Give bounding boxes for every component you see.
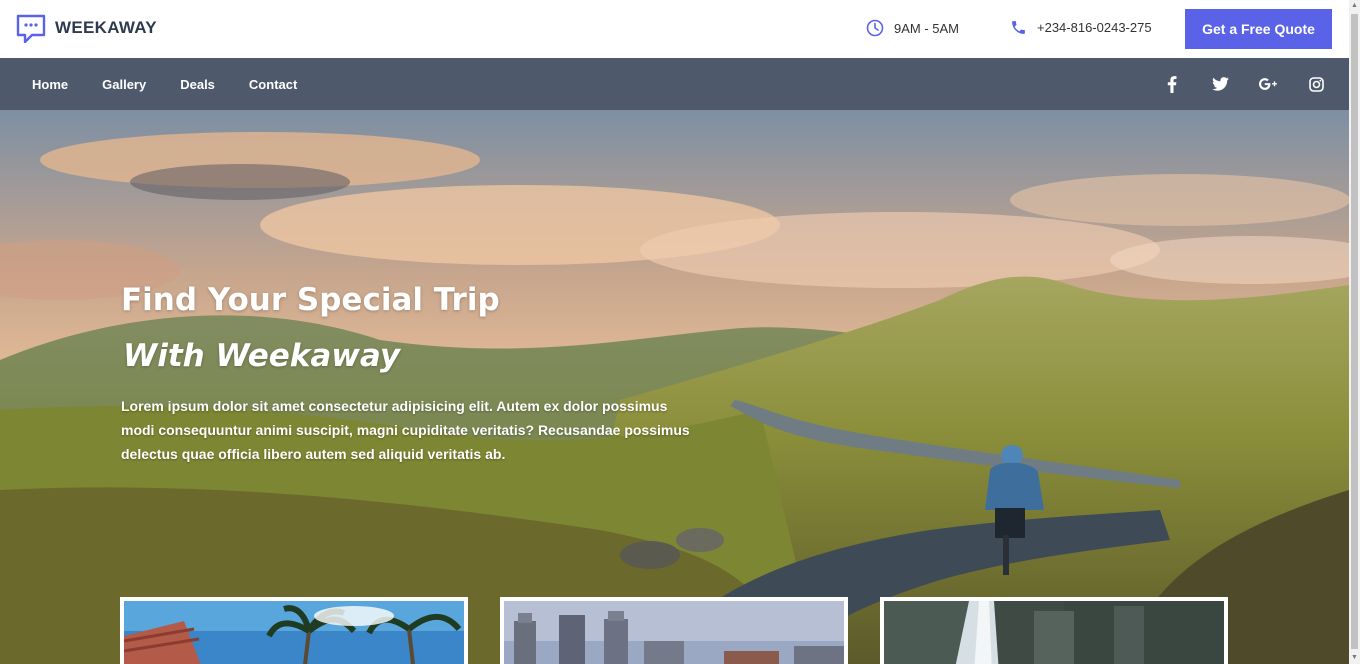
hero-title-line2: With Weekaway [123, 338, 401, 374]
scroll-up-arrow-icon[interactable]: ▲ [1351, 2, 1358, 10]
social-links [1133, 58, 1325, 110]
scroll-down-arrow-icon[interactable]: ▼ [1351, 654, 1358, 662]
google-plus-icon[interactable] [1259, 75, 1277, 93]
destination-card-city[interactable] [500, 597, 848, 664]
phone-text: +234-816-0243-275 [1037, 20, 1152, 35]
clock-icon [866, 19, 884, 37]
destination-card-beach[interactable] [120, 597, 468, 664]
city-image [504, 601, 844, 664]
facebook-icon[interactable] [1163, 75, 1181, 93]
chat-bubble-icon [16, 14, 46, 43]
hours-text: 9AM - 5AM [894, 20, 960, 36]
phone-contact[interactable]: +234-816-0243-275 [1010, 19, 1152, 36]
nav-item-deals[interactable]: Deals [180, 77, 215, 92]
free-quote-button[interactable]: Get a Free Quote [1185, 9, 1332, 49]
page-scrollbar[interactable]: ▲ ▼ [1349, 0, 1360, 664]
scroll-thumb[interactable] [1351, 14, 1358, 649]
business-hours: 9AM - 5AM [866, 19, 959, 37]
nav-links: Home Gallery Deals Contact [32, 58, 331, 110]
nav-item-contact[interactable]: Contact [249, 77, 297, 92]
main-nav: Home Gallery Deals Contact [0, 58, 1349, 110]
nav-item-home[interactable]: Home [32, 77, 68, 92]
destination-card-waterfall[interactable] [880, 597, 1228, 664]
twitter-icon[interactable] [1211, 75, 1229, 93]
beach-image [124, 601, 464, 664]
instagram-icon[interactable] [1307, 75, 1325, 93]
hero-banner: Find Your Special Trip With Weekaway Lor… [0, 110, 1349, 664]
nav-item-gallery[interactable]: Gallery [102, 77, 146, 92]
waterfall-image [884, 601, 1224, 664]
hero-title-line1: Find Your Special Trip [121, 282, 500, 318]
brand-logo[interactable]: WEEKAWAY [16, 13, 157, 43]
hero-description: Lorem ipsum dolor sit amet consectetur a… [121, 398, 690, 462]
phone-icon [1012, 21, 1025, 34]
brand-name: WEEKAWAY [55, 18, 157, 37]
top-header: WEEKAWAY 9AM - 5AM +234-816-0243-275 Get… [0, 0, 1349, 58]
hero-landscape-image [0, 110, 1349, 664]
